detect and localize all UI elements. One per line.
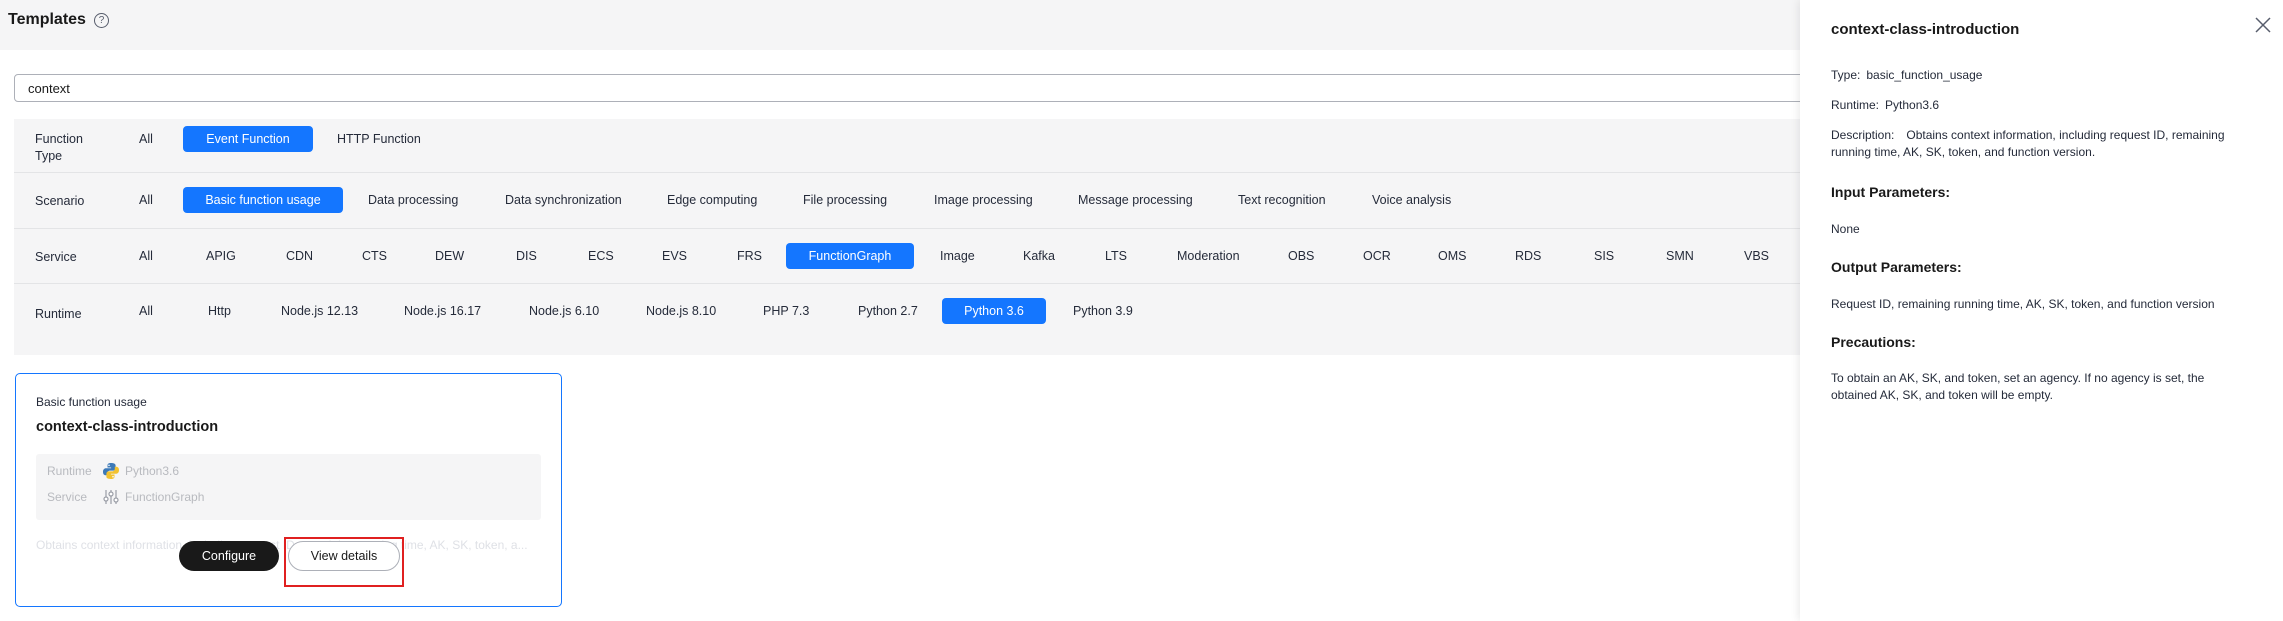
filter-option-nodejs-6-10[interactable]: Node.js 6.10 xyxy=(529,298,599,324)
filter-option-functiongraph[interactable]: FunctionGraph xyxy=(786,243,914,269)
filter-label-scenario: Scenario xyxy=(35,194,85,208)
filter-row-scenario: Scenario All Basic function usage Data p… xyxy=(14,173,1804,229)
filter-option-python-2-7[interactable]: Python 2.7 xyxy=(858,298,918,324)
filter-option-voice-analysis[interactable]: Voice analysis xyxy=(1372,187,1451,213)
filter-option-smn[interactable]: SMN xyxy=(1666,243,1694,269)
filter-option-data-processing[interactable]: Data processing xyxy=(368,187,458,213)
panel-description: Description: Obtains context information,… xyxy=(1831,128,2225,159)
filter-option-ecs[interactable]: ECS xyxy=(588,243,614,269)
filter-option-nodejs-12-13[interactable]: Node.js 12.13 xyxy=(281,298,358,324)
close-icon[interactable] xyxy=(2252,14,2274,36)
card-runtime-label: Runtime xyxy=(47,464,92,478)
configure-button[interactable]: Configure xyxy=(179,541,279,571)
functiongraph-icon xyxy=(103,490,119,504)
card-runtime-value: Python3.6 xyxy=(125,464,180,478)
panel-type: Type: basic_function_usage xyxy=(1831,68,1983,82)
card-service-value: FunctionGraph xyxy=(125,490,205,504)
filter-option-all[interactable]: All xyxy=(139,187,153,213)
filter-option-all[interactable]: All xyxy=(139,126,153,152)
filter-row-function-type: Function Type All Event Function HTTP Fu… xyxy=(14,119,1804,173)
filter-option-frs[interactable]: FRS xyxy=(737,243,762,269)
filter-label-function-type: Function Type xyxy=(35,132,83,163)
filter-option-all[interactable]: All xyxy=(139,298,153,324)
filter-label-runtime: Runtime xyxy=(35,307,82,321)
filter-option-text-recognition[interactable]: Text recognition xyxy=(1238,187,1326,213)
card-service-label: Service xyxy=(47,490,88,504)
view-details-button[interactable]: View details xyxy=(288,541,400,571)
details-panel: context-class-introduction Type: basic_fu… xyxy=(1800,0,2283,621)
filter-option-http-function[interactable]: HTTP Function xyxy=(337,126,421,152)
filter-option-kafka[interactable]: Kafka xyxy=(1023,243,1055,269)
filter-option-ocr[interactable]: OCR xyxy=(1363,243,1391,269)
filter-option-apig[interactable]: APIG xyxy=(206,243,236,269)
filter-option-dew[interactable]: DEW xyxy=(435,243,464,269)
panel-output-heading: Output Parameters: xyxy=(1831,259,1962,275)
filter-panel: Function Type All Event Function HTTP Fu… xyxy=(14,119,1804,355)
panel-precautions-heading: Precautions: xyxy=(1831,334,1916,350)
card-category: Basic function usage xyxy=(36,395,147,409)
filter-row-service: Service All APIG CDN CTS DEW DIS ECS EVS… xyxy=(14,229,1804,284)
filter-option-moderation[interactable]: Moderation xyxy=(1177,243,1240,269)
search-value: context xyxy=(28,81,70,96)
filter-option-message-processing[interactable]: Message processing xyxy=(1078,187,1193,213)
page-header: Templates ? xyxy=(0,0,1800,50)
filter-option-cts[interactable]: CTS xyxy=(362,243,387,269)
panel-input-value: None xyxy=(1831,222,1860,236)
filter-option-nodejs-8-10[interactable]: Node.js 8.10 xyxy=(646,298,716,324)
panel-title: context-class-introduction xyxy=(1831,21,2020,38)
filter-option-python-3-9[interactable]: Python 3.9 xyxy=(1073,298,1133,324)
template-card[interactable]: Basic function usage context-class-intro… xyxy=(15,373,562,607)
filter-option-cdn[interactable]: CDN xyxy=(286,243,313,269)
filter-option-obs[interactable]: OBS xyxy=(1288,243,1314,269)
panel-precautions-value: To obtain an AK, SK, and token, set an a… xyxy=(1831,371,2205,402)
card-info-box: Runtime Python3.6 Service FunctionGraph xyxy=(36,454,541,520)
filter-option-all[interactable]: All xyxy=(139,243,153,269)
panel-runtime: Runtime: Python3.6 xyxy=(1831,98,1940,112)
filter-option-nodejs-16-17[interactable]: Node.js 16.17 xyxy=(404,298,481,324)
filter-option-evs[interactable]: EVS xyxy=(662,243,687,269)
card-title: context-class-introduction xyxy=(36,419,219,435)
python-icon xyxy=(103,463,119,479)
filter-option-image[interactable]: Image xyxy=(940,243,975,269)
filter-option-image-processing[interactable]: Image processing xyxy=(934,187,1033,213)
filter-option-file-processing[interactable]: File processing xyxy=(803,187,887,213)
filter-option-data-synchronization[interactable]: Data synchronization xyxy=(505,187,622,213)
filter-option-lts[interactable]: LTS xyxy=(1105,243,1127,269)
filter-option-oms[interactable]: OMS xyxy=(1438,243,1466,269)
panel-output-value: Request ID, remaining running time, AK, … xyxy=(1831,297,2215,311)
main-content: context Function Type All Event Function… xyxy=(0,50,1804,621)
filter-option-python-3-6[interactable]: Python 3.6 xyxy=(942,298,1046,324)
filter-option-event-function[interactable]: Event Function xyxy=(183,126,313,152)
filter-option-basic-function-usage[interactable]: Basic function usage xyxy=(183,187,343,213)
filter-option-edge-computing[interactable]: Edge computing xyxy=(667,187,757,213)
panel-input-heading: Input Parameters: xyxy=(1831,184,1951,200)
filter-row-runtime: Runtime All Http Node.js 12.13 Node.js 1… xyxy=(14,284,1804,355)
filter-option-rds[interactable]: RDS xyxy=(1515,243,1541,269)
help-icon[interactable]: ? xyxy=(94,13,109,28)
filter-label-service: Service xyxy=(35,250,77,264)
filter-option-sis[interactable]: SIS xyxy=(1594,243,1614,269)
filter-option-vbs[interactable]: VBS xyxy=(1744,243,1769,269)
page-title: Templates xyxy=(8,11,86,28)
search-input[interactable]: context xyxy=(14,74,1804,102)
filter-option-dis[interactable]: DIS xyxy=(516,243,537,269)
filter-option-php-7-3[interactable]: PHP 7.3 xyxy=(763,298,809,324)
filter-option-http[interactable]: Http xyxy=(208,298,231,324)
